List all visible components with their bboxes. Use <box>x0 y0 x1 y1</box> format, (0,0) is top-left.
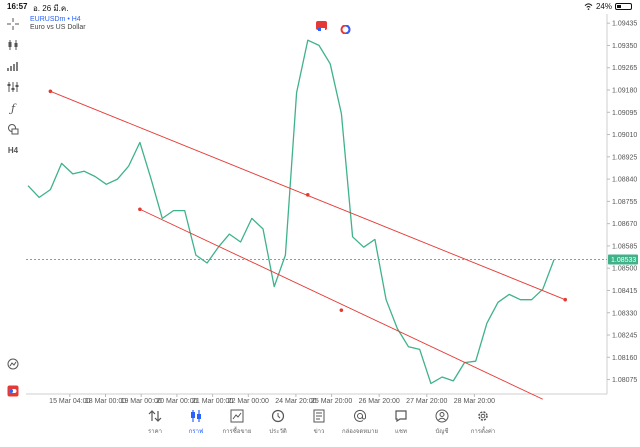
price-tick-label: 1.09350 <box>612 43 637 50</box>
battery-percent: 24% <box>595 2 612 11</box>
price-tick-label: 1.08415 <box>612 288 637 295</box>
chat-icon <box>395 410 407 423</box>
trendline-anchor-point <box>138 207 142 212</box>
news-icon <box>313 409 325 423</box>
settings-sliders-icon[interactable] <box>4 79 22 95</box>
time-tick-label: 25 Mar 20:00 <box>311 398 352 405</box>
price-tick-label: 1.08245 <box>612 333 637 340</box>
price-tick-label: 1.08075 <box>612 377 637 384</box>
indicators-icon[interactable] <box>4 58 22 74</box>
battery-icon <box>615 3 632 10</box>
shapes-icon[interactable] <box>4 121 22 137</box>
price-tick-label: 1.09180 <box>612 88 637 95</box>
time-tick-label: 27 Mar 20:00 <box>406 398 447 405</box>
nav-label: กราฟ <box>188 429 204 435</box>
timeframe-h4-icon[interactable]: H4 <box>4 142 22 158</box>
price-tick-label: 1.09435 <box>612 21 637 28</box>
nav-news[interactable]: ข่าว <box>299 409 339 443</box>
status-time: 16:57 <box>7 2 28 11</box>
nav-chart[interactable]: กราฟ <box>176 409 216 443</box>
price-tick-label: 1.08840 <box>612 177 637 184</box>
bottom-navigation: ราคา กราฟ การซื้อขาย ประวัติ ข่าว กล่องจ… <box>0 407 640 447</box>
trendline-anchor-point <box>339 308 344 312</box>
price-tick-label: 1.09095 <box>612 110 637 117</box>
nav-label: กล่องจดหมาย <box>341 429 379 435</box>
arrows-updown-icon <box>148 410 162 422</box>
trendline-anchor-point <box>305 193 310 197</box>
price-series-line <box>27 39 555 385</box>
trendline-anchor-point <box>48 89 53 94</box>
nav-trade[interactable]: การซื้อขาย <box>217 409 257 443</box>
price-tick-label: 1.08500 <box>612 266 637 273</box>
price-tick-label: 1.08755 <box>612 199 637 206</box>
chart-plot[interactable]: 1.09435 1.09350 1.09265 1.09180 1.09095 1.090… <box>26 14 640 407</box>
nav-label: การตั้งค่า <box>470 429 496 435</box>
candles-icon <box>191 410 201 422</box>
trendline-anchor-point <box>563 297 567 302</box>
nav-label: ข่าว <box>313 429 325 435</box>
current-price-label: 1.08533 <box>611 257 636 264</box>
gear-icon <box>478 411 488 421</box>
nav-settings[interactable]: การตั้งค่า <box>463 409 503 443</box>
nav-mailbox[interactable]: กล่องจดหมาย <box>340 409 380 443</box>
function-icon[interactable]: ƒ <box>4 100 22 116</box>
trade-chart-icon <box>230 409 244 423</box>
trendline-2 <box>139 208 544 400</box>
time-tick-label: 28 Mar 20:00 <box>454 398 495 405</box>
price-tick-label: 1.09265 <box>612 65 637 72</box>
time-tick-label: 26 Mar 20:00 <box>359 398 400 405</box>
price-chart[interactable]: EURUSDm • H4 Euro vs US Dollar 1.09435 1.… <box>26 14 640 407</box>
account-icon <box>435 409 449 423</box>
time-tick-label: 22 Mar 00:00 <box>228 398 269 405</box>
price-tick-label: 1.08925 <box>612 154 637 161</box>
nav-history[interactable]: ประวัติ <box>258 409 298 443</box>
nav-label: ราคา <box>148 429 162 435</box>
status-right: 24% <box>584 2 632 11</box>
price-tick-label: 1.08670 <box>612 221 637 228</box>
price-tick-label: 1.08330 <box>612 310 637 317</box>
price-tick-label: 1.08160 <box>612 355 637 362</box>
price-tick-label: 1.09010 <box>612 132 637 139</box>
crosshair-icon[interactable] <box>4 16 22 32</box>
trade-signals-icon[interactable] <box>4 356 22 372</box>
nav-label: ประวัติ <box>269 429 287 435</box>
nav-label: การซื้อขาย <box>222 429 252 435</box>
nav-label: แชท <box>395 429 407 435</box>
status-bar: 16:57 อ. 26 มี.ค. 24% <box>0 0 640 14</box>
nav-account[interactable]: บัญชี <box>422 409 462 443</box>
price-tick-label: 1.08585 <box>612 243 637 250</box>
nav-quotes[interactable]: ราคา <box>135 409 175 443</box>
chart-type-candles-icon[interactable] <box>4 37 22 53</box>
drawing-toolbar: ƒ H4 <box>0 14 26 407</box>
nav-label: บัญชี <box>435 429 449 435</box>
history-icon <box>271 409 285 423</box>
nav-chat[interactable]: แชท <box>381 409 421 443</box>
wifi-icon <box>584 3 593 10</box>
one-click-trading-icon[interactable] <box>4 383 22 399</box>
mail-at-icon <box>354 409 367 422</box>
